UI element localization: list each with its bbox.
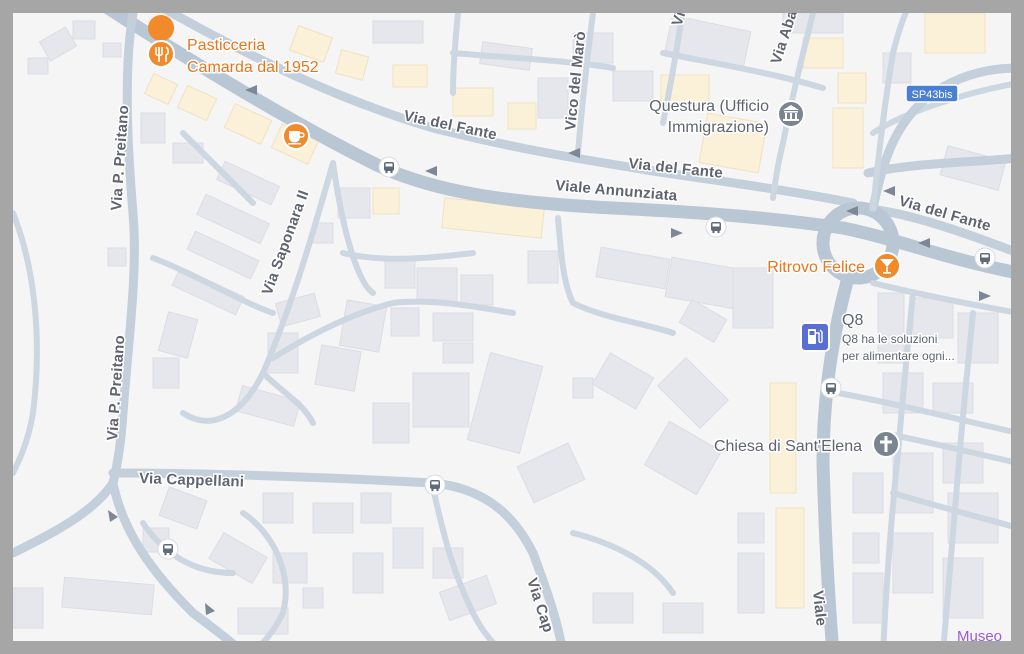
restaurant-icon <box>147 40 175 68</box>
poi-pasticceria-name-line1: Pasticceria <box>187 37 265 54</box>
map-viewport[interactable]: Via P. Preitano Via P. Preitano Via del … <box>13 13 1011 641</box>
poi-ritrovo-felice-name: Ritrovo Felice <box>767 259 865 276</box>
bus-stop-icon[interactable] <box>424 474 446 496</box>
route-shield-label: SP43bis <box>912 89 953 101</box>
poi-cafe[interactable] <box>282 122 310 150</box>
poi-q8-description-line1: Q8 ha le soluzioni <box>842 332 937 346</box>
poi-museo-label[interactable]: Museo <box>957 628 1002 641</box>
bus-stop-icon[interactable] <box>378 156 400 178</box>
poi-pasticceria-name-line2: Camarda dal 1952 <box>187 59 319 76</box>
poi-chiesa-sant-elena[interactable]: Chiesa di Sant'Elena <box>712 430 900 458</box>
road-label-via-cappellani: Via Cappellani <box>139 470 245 491</box>
road-label-via-aba: Via Aba <box>768 13 801 66</box>
poi-q8-name: Q8 <box>842 312 863 329</box>
road-label-via-saponara: Via Saponara II <box>259 188 313 297</box>
route-shield-sp43bis[interactable]: SP43bis <box>905 84 959 103</box>
bus-stop-icon[interactable] <box>820 377 842 399</box>
bus-stop-icon[interactable] <box>705 216 727 238</box>
map-canvas[interactable]: Via P. Preitano Via P. Preitano Via del … <box>13 13 1011 641</box>
poi-ritrovo-felice[interactable]: Ritrovo Felice <box>766 252 901 280</box>
poi-q8-description-line2: per alimentare ogni... <box>842 349 955 363</box>
bus-stop-icon[interactable] <box>974 247 996 269</box>
poi-chiesa-name: Chiesa di Sant'Elena <box>714 438 862 455</box>
road-label-viale-bottom: Viale <box>809 590 830 627</box>
bus-stop-icon[interactable] <box>157 538 179 560</box>
poi-questura-name-line2: Immigrazione) <box>668 119 769 136</box>
poi-questura-name-line1: Questura (Ufficio <box>649 98 769 115</box>
